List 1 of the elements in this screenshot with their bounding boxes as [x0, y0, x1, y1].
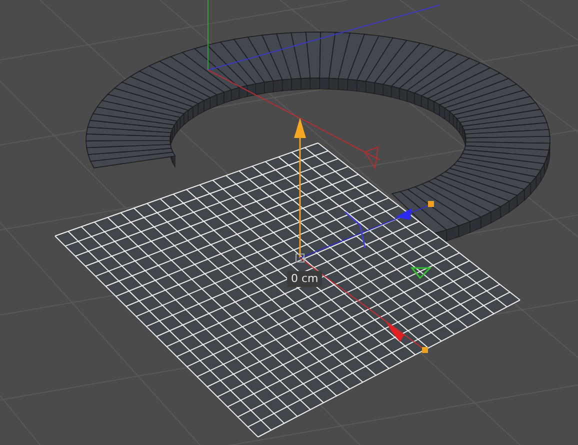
distance-label: 0 cm — [287, 271, 322, 287]
